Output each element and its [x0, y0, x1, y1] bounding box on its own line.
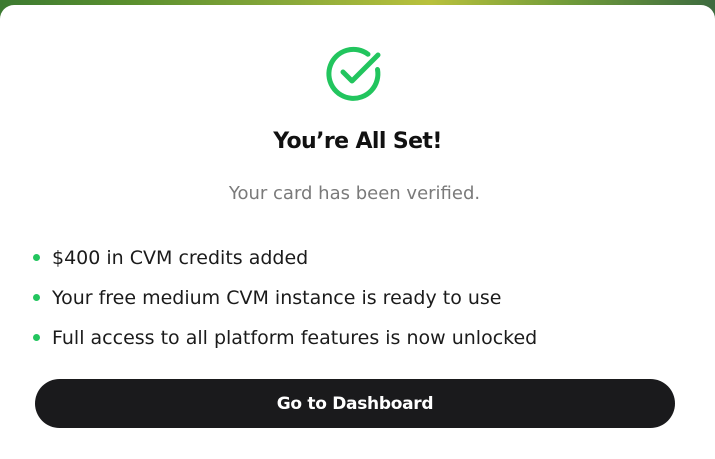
feature-text: $400 in CVM credits added [52, 247, 309, 269]
feature-text: Full access to all platform features is … [52, 327, 538, 349]
feature-list: $400 in CVM credits added Your free medi… [33, 243, 537, 363]
dialog-subtitle: Your card has been verified. [228, 183, 481, 204]
success-dialog: You’re All Set! Your card has been verif… [0, 5, 715, 459]
bullet-dot-icon [33, 334, 40, 341]
check-circle-icon [326, 45, 384, 103]
dialog-title: You’re All Set! [273, 129, 442, 154]
feature-item: Full access to all platform features is … [33, 323, 537, 363]
go-to-dashboard-button[interactable]: Go to Dashboard [35, 379, 675, 428]
feature-text: Your free medium CVM instance is ready t… [52, 287, 502, 309]
bullet-dot-icon [33, 294, 40, 301]
feature-item: $400 in CVM credits added [33, 243, 537, 283]
bullet-dot-icon [33, 254, 40, 261]
feature-item: Your free medium CVM instance is ready t… [33, 283, 537, 323]
